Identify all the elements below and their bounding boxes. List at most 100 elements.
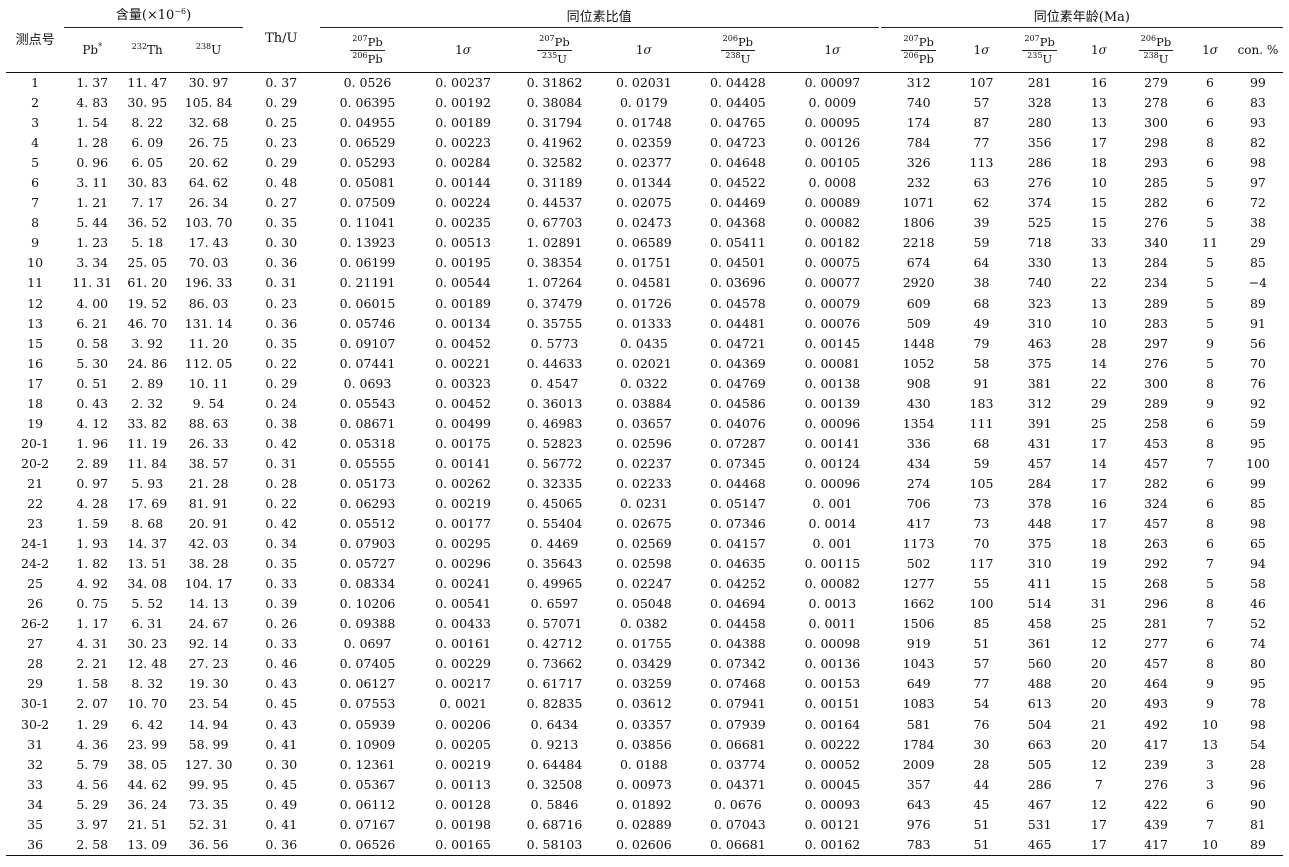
cell-spot-id: 28: [27, 656, 44, 672]
cell-age-207pb-206pb-sigma: 73: [973, 496, 990, 511]
table-row: 19 4. 12 33. 82 88. 63 0. 38 0. 08671 0. 00499…: [6, 414, 1283, 434]
cell-spot-id: 10: [27, 255, 44, 271]
cell-concordance: 89: [1249, 295, 1266, 311]
cell-age-207pb-235u-sigma: 13: [1090, 115, 1107, 131]
cell-ratio-207pb-235u: 0. 52823: [526, 435, 583, 451]
cell-u238: 36. 56: [174, 834, 243, 856]
cell-age-206pb-238u-sigma: 3: [1206, 756, 1214, 772]
cell-age-207pb-235u: 310: [1027, 315, 1052, 331]
cell-ratio-206pb-238u: 0. 07342: [710, 656, 766, 672]
cell-pb-star: 1. 58: [76, 676, 109, 692]
cell-th232: 8. 32: [131, 676, 164, 692]
cell-age-207pb-206pb: 581: [906, 716, 931, 732]
cell-spot-id: 24-2: [21, 556, 50, 572]
cell-spot-id: 8: [31, 215, 40, 231]
cell-age-206pb-238u-sigma: 8: [1206, 656, 1214, 672]
cell-concordance: 76: [1249, 375, 1266, 391]
cell-u238: 58. 99: [188, 736, 229, 752]
cell-u238: 14. 13: [188, 596, 229, 612]
cell-age-207pb-235u-sigma: 15: [1090, 576, 1107, 592]
cell-age-207pb-235u-sigma: 33: [1090, 235, 1107, 251]
cell-concordance: 59: [1249, 415, 1266, 431]
cell-concordance: 97: [1249, 175, 1266, 191]
cell-age-206pb-238u: 453: [1144, 435, 1168, 451]
cell-th232: 6. 31: [131, 616, 164, 632]
cell-ratio-207pb-206pb-sigma: 0. 00198: [435, 816, 491, 832]
cell-u238: 112. 05: [184, 355, 233, 371]
cell-age-206pb-238u-sigma: 7: [1206, 556, 1214, 572]
cell-ratio-207pb-206pb: 0. 05543: [339, 395, 396, 411]
cell-age-206pb-238u-sigma: 8: [1206, 516, 1214, 532]
cell-ratio-207pb-235u-sigma: 0. 0179: [619, 95, 668, 111]
cell-ratio-207pb-206pb: 0. 06293: [339, 496, 396, 511]
cell-age-207pb-206pb-sigma: 77: [973, 135, 990, 151]
cell-th232: 14. 37: [127, 536, 168, 552]
cell-age-207pb-206pb: 706: [906, 496, 931, 511]
cell-age-207pb-235u-sigma: 16: [1090, 496, 1107, 511]
cell-age-207pb-235u: 465: [1006, 834, 1073, 856]
cell-concordance: 100: [1246, 455, 1270, 471]
cell-th232: 61. 20: [127, 275, 168, 291]
cell-age-206pb-238u-sigma: 6: [1206, 115, 1214, 131]
cell-age-207pb-206pb: 609: [906, 295, 931, 311]
cell-age-207pb-206pb-sigma: 76: [973, 716, 990, 732]
cell-age-207pb-206pb: 430: [906, 395, 931, 411]
cell-age-207pb-235u: 310: [1027, 556, 1052, 572]
cell-age-207pb-235u-sigma: 22: [1090, 375, 1107, 391]
cell-th232: 2. 89: [131, 375, 164, 391]
cell-ratio-207pb-235u-sigma: 0. 03429: [616, 656, 672, 672]
cell-spot-id: 18: [27, 395, 44, 411]
cell-age-207pb-206pb: 274: [906, 475, 931, 491]
cell-age-207pb-206pb: 1806: [902, 215, 935, 231]
table-row: 28 2. 21 12. 48 27. 23 0. 46 0. 07405 0. 00229…: [6, 654, 1283, 674]
cell-ratio-206pb-238u: 0. 04428: [710, 75, 766, 91]
cell-age-207pb-206pb-sigma: 70: [973, 536, 990, 552]
cell-age-207pb-206pb-sigma: 58: [973, 355, 990, 371]
table-row: 24-1 1. 93 14. 37 42. 03 0. 34 0. 07903 0. 002…: [6, 534, 1283, 554]
cell-ratio-206pb-238u-sigma: 0. 00105: [804, 155, 861, 171]
cell-age-207pb-206pb-sigma: 38: [973, 275, 990, 291]
cell-spot-id: 26: [27, 596, 44, 612]
cell-age-206pb-238u-sigma: 8: [1206, 435, 1214, 451]
cell-th232: 11. 47: [127, 75, 168, 91]
cell-th-u: 0. 43: [265, 716, 298, 732]
cell-ratio-207pb-235u-sigma: 0. 01755: [616, 636, 672, 652]
table-row: 15 0. 58 3. 92 11. 20 0. 35 0. 09107 0. 00452 0…: [6, 334, 1283, 354]
cell-ratio-207pb-206pb-sigma: 0. 00141: [435, 455, 491, 471]
cell-age-207pb-206pb: 174: [906, 115, 931, 131]
cell-u238: 70. 03: [188, 255, 229, 271]
cell-ratio-206pb-238u: 0. 04635: [710, 556, 766, 572]
cell-th-u: 0. 42: [265, 435, 298, 451]
cell-ratio-206pb-238u-sigma: 0. 00138: [804, 375, 861, 391]
cell-ratio-207pb-206pb: 0. 05367: [339, 776, 396, 792]
table-row: 22 4. 28 17. 69 81. 91 0. 22 0. 06293 0. 00219…: [6, 494, 1283, 514]
cell-ratio-206pb-238u-sigma: 0. 00077: [804, 275, 861, 291]
cell-age-206pb-238u: 281: [1144, 616, 1168, 632]
cell-spot-id: 11: [27, 275, 44, 291]
table-row: 13 6. 21 46. 70 131. 14 0. 36 0. 05746 0. 0013…: [6, 314, 1283, 334]
table-row: 11 11. 31 61. 20 196. 33 0. 31 0. 21191 0. 005…: [6, 273, 1283, 293]
cell-u238: 26. 75: [188, 135, 229, 151]
cell-age-206pb-238u: 417: [1124, 834, 1188, 856]
cell-age-206pb-238u-sigma: 6: [1206, 496, 1214, 511]
cell-ratio-206pb-238u: 0. 04469: [710, 195, 766, 211]
cell-ratio-207pb-206pb: 0. 05293: [339, 155, 396, 171]
cell-ratio-207pb-206pb-sigma: 0. 00241: [435, 576, 491, 592]
cell-age-207pb-235u-sigma: 13: [1090, 95, 1107, 111]
cell-ratio-207pb-206pb: 0. 05939: [339, 716, 396, 732]
cell-spot-id: 16: [27, 355, 44, 371]
table-row: 27 4. 31 30. 23 92. 14 0. 33 0. 0697 0. 00161 0…: [6, 634, 1283, 654]
cell-th232: 6. 05: [131, 155, 164, 171]
cell-ratio-207pb-235u: 0. 58103: [510, 834, 599, 856]
cell-th232: 5. 93: [131, 475, 164, 491]
cell-ratio-206pb-238u-sigma: 0. 00052: [804, 756, 861, 772]
cell-age-207pb-206pb-sigma: 117: [969, 556, 994, 572]
cell-ratio-207pb-235u: 1. 07264: [526, 275, 583, 291]
cell-age-207pb-206pb: 783: [880, 834, 957, 856]
cell-ratio-207pb-235u-sigma: 0. 02075: [616, 195, 672, 211]
cell-ratio-207pb-206pb: 0. 04955: [339, 115, 396, 131]
cell-ratio-207pb-235u-sigma: 0. 01344: [616, 175, 672, 191]
cell-th232: 17. 69: [127, 496, 168, 511]
cell-th-u: 0. 35: [265, 215, 298, 231]
cell-spot-id: 35: [27, 816, 44, 832]
